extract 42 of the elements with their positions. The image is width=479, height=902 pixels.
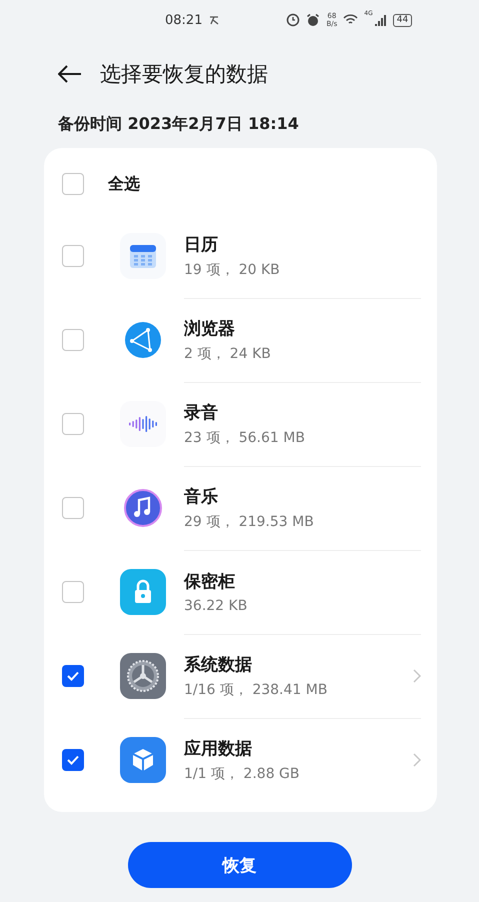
lock-icon xyxy=(120,569,166,615)
item-detail: 1/16 项， 238.41 MB xyxy=(184,680,328,698)
item-detail: 2 项， 24 KB xyxy=(184,344,272,362)
item-detail: 19 项， 20 KB xyxy=(184,260,281,278)
checkbox[interactable] xyxy=(62,245,84,267)
item-name: 浏览器 xyxy=(184,318,236,340)
notification-icon xyxy=(208,14,220,26)
backup-time: 备份时间 2023年2月7日 18:14 xyxy=(56,113,300,135)
checkbox[interactable] xyxy=(62,581,84,603)
gear-icon xyxy=(120,653,166,699)
clock-time: 08:21 xyxy=(165,12,202,28)
wifi-icon xyxy=(343,14,358,26)
checkbox[interactable] xyxy=(62,173,84,195)
item-name: 录音 xyxy=(184,402,219,424)
checkbox[interactable] xyxy=(62,413,84,435)
item-detail: 36.22 KB xyxy=(184,598,248,614)
alarm-icon xyxy=(306,13,320,27)
check-icon xyxy=(66,753,80,767)
checkbox[interactable] xyxy=(62,497,84,519)
select-all-label: 全选 xyxy=(108,174,140,194)
cube-icon xyxy=(120,737,166,783)
item-detail: 29 项， 219.53 MB xyxy=(184,512,315,530)
restore-button[interactable]: 恢复 xyxy=(128,842,352,888)
clock-icon xyxy=(286,13,300,27)
check-icon xyxy=(66,669,80,683)
checkbox[interactable] xyxy=(62,665,84,687)
item-detail: 1/1 项， 2.88 GB xyxy=(184,765,301,783)
chevron-right-icon[interactable] xyxy=(413,753,421,767)
item-name: 应用数据 xyxy=(184,738,253,760)
checkbox[interactable] xyxy=(62,329,84,351)
page-title: 选择要恢复的数据 xyxy=(100,61,268,88)
item-name: 日历 xyxy=(184,234,219,256)
calendar-icon xyxy=(120,233,166,279)
checkbox[interactable] xyxy=(62,749,84,771)
battery-level: 44 xyxy=(392,14,412,26)
item-name: 音乐 xyxy=(184,486,219,508)
signal-icon xyxy=(374,14,387,26)
item-detail: 23 项， 56.61 MB xyxy=(184,428,306,446)
item-name: 保密柜 xyxy=(184,570,236,592)
chevron-right-icon[interactable] xyxy=(413,668,421,682)
back-arrow-icon[interactable] xyxy=(58,65,82,83)
item-name: 系统数据 xyxy=(184,654,253,676)
